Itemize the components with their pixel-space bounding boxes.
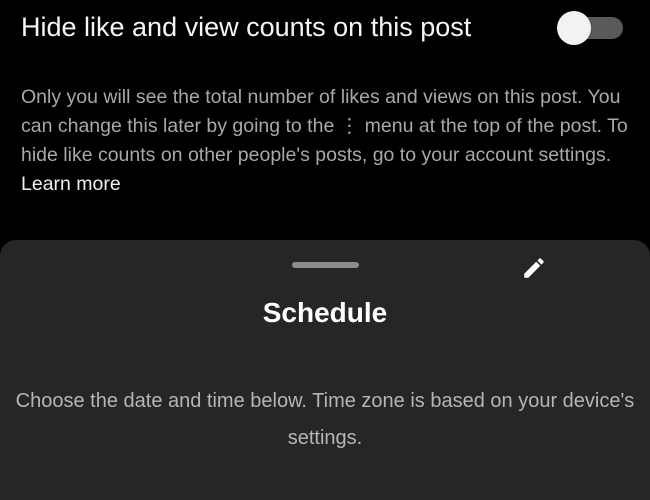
sheet-drag-handle[interactable] — [292, 262, 359, 268]
learn-more-link[interactable]: Learn more — [21, 173, 121, 195]
schedule-title: Schedule — [262, 297, 388, 328]
pencil-icon — [524, 258, 544, 278]
hide-counts-section: Hide like and view counts on this post O… — [0, 0, 650, 240]
hide-counts-description-text: Only you will see the total number of li… — [21, 86, 628, 166]
schedule-bottom-sheet: Schedule Choose the date and time below.… — [0, 240, 650, 500]
toggle-knob — [557, 11, 591, 45]
hide-counts-title: Hide like and view counts on this post — [21, 12, 472, 42]
hide-counts-setting-row: Hide like and view counts on this post — [21, 8, 631, 48]
schedule-subtitle: Choose the date and time below. Time zon… — [15, 390, 635, 449]
hide-counts-description: Only you will see the total number of li… — [21, 83, 636, 199]
edit-button[interactable] — [516, 250, 552, 286]
hide-counts-toggle[interactable] — [555, 9, 625, 47]
